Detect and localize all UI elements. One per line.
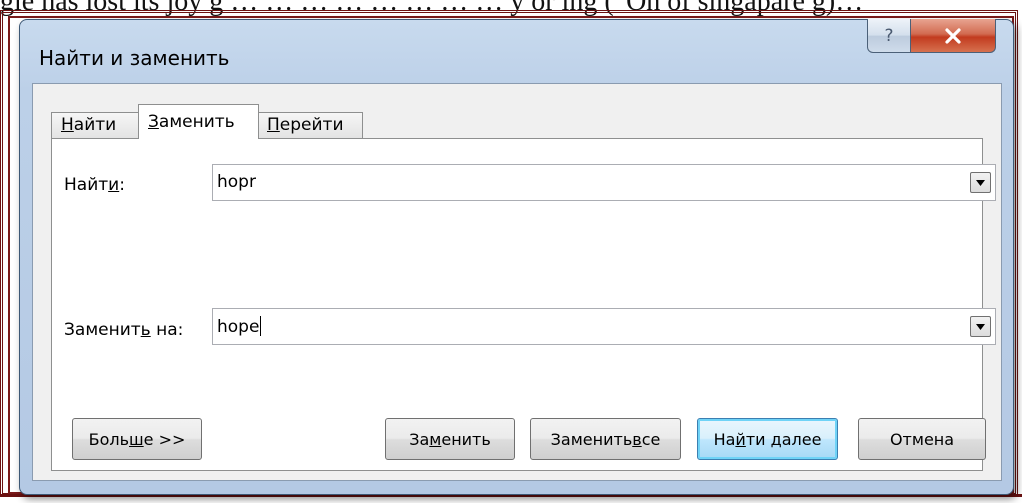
dialog-title: Найти и заменить — [39, 46, 230, 70]
find-next-button[interactable]: На й ти далее — [697, 418, 838, 460]
text-caret — [260, 316, 262, 336]
find-replace-dialog: Найти и заменить ? Найти Заменить Перейт… — [19, 19, 1014, 495]
replace-label-mnemonic: ь — [140, 320, 151, 340]
cancel-button[interactable]: Отмена — [858, 418, 986, 460]
replace-dropdown-button[interactable] — [970, 316, 991, 337]
dialog-client-area: Найти Заменить Перейти Найти: hopr Замен… — [32, 83, 1002, 481]
close-icon — [945, 27, 961, 44]
replace-all-button[interactable]: Заменить в се — [530, 418, 681, 460]
tab-replace-mnemonic: З — [148, 112, 159, 132]
replace-button-label: За — [409, 429, 430, 449]
help-icon: ? — [884, 25, 894, 46]
replace-with-value-wrap: hope — [217, 316, 262, 337]
more-button-label: Боль — [88, 429, 130, 449]
replace-label: Заменить на: — [64, 320, 183, 340]
find-label-mnemonic: и — [108, 175, 120, 195]
replace-all-button-label: Заменить — [550, 429, 633, 449]
find-what-combobox[interactable]: hopr — [212, 164, 996, 201]
find-label-text: Найт — [64, 175, 109, 195]
close-button[interactable] — [910, 19, 996, 53]
tab-find[interactable]: Найти — [51, 112, 139, 138]
chevron-down-icon — [976, 323, 985, 330]
tab-find-mnemonic: Н — [61, 115, 74, 135]
tab-goto-label: ерейти — [279, 115, 344, 135]
cancel-button-label: Отмена — [889, 429, 955, 449]
find-dropdown-button[interactable] — [970, 172, 991, 193]
find-label: Найти: — [64, 175, 125, 195]
more-button-mnemonic: ш — [129, 429, 144, 449]
help-button[interactable]: ? — [867, 19, 911, 53]
replace-with-value: hope — [217, 317, 260, 337]
replace-button-suffix: енить — [441, 429, 491, 449]
more-button[interactable]: Боль ш е >> — [72, 418, 202, 460]
find-label-colon: : — [119, 175, 125, 195]
replace-label-suffix: на: — [150, 320, 184, 340]
find-next-button-suffix: ти далее — [745, 429, 822, 449]
replace-all-button-mnemonic: в — [632, 429, 642, 449]
replace-all-button-suffix: се — [641, 429, 661, 449]
find-next-button-mnemonic: й — [735, 429, 746, 449]
replace-button[interactable]: За м енить — [385, 418, 515, 460]
replace-button-mnemonic: м — [429, 429, 442, 449]
tab-goto[interactable]: Перейти — [257, 112, 363, 138]
more-button-suffix: е >> — [143, 429, 186, 449]
replace-label-text: Заменит — [64, 320, 141, 340]
find-what-value: hopr — [217, 172, 256, 192]
chevron-down-icon — [976, 179, 985, 186]
tab-replace-label: аменить — [158, 112, 235, 132]
tab-goto-mnemonic: П — [267, 115, 280, 135]
tab-find-label: айти — [73, 115, 117, 135]
find-next-button-label: На — [713, 429, 736, 449]
tab-replace[interactable]: Заменить — [138, 104, 259, 139]
replace-with-combobox[interactable]: hope — [212, 308, 996, 345]
